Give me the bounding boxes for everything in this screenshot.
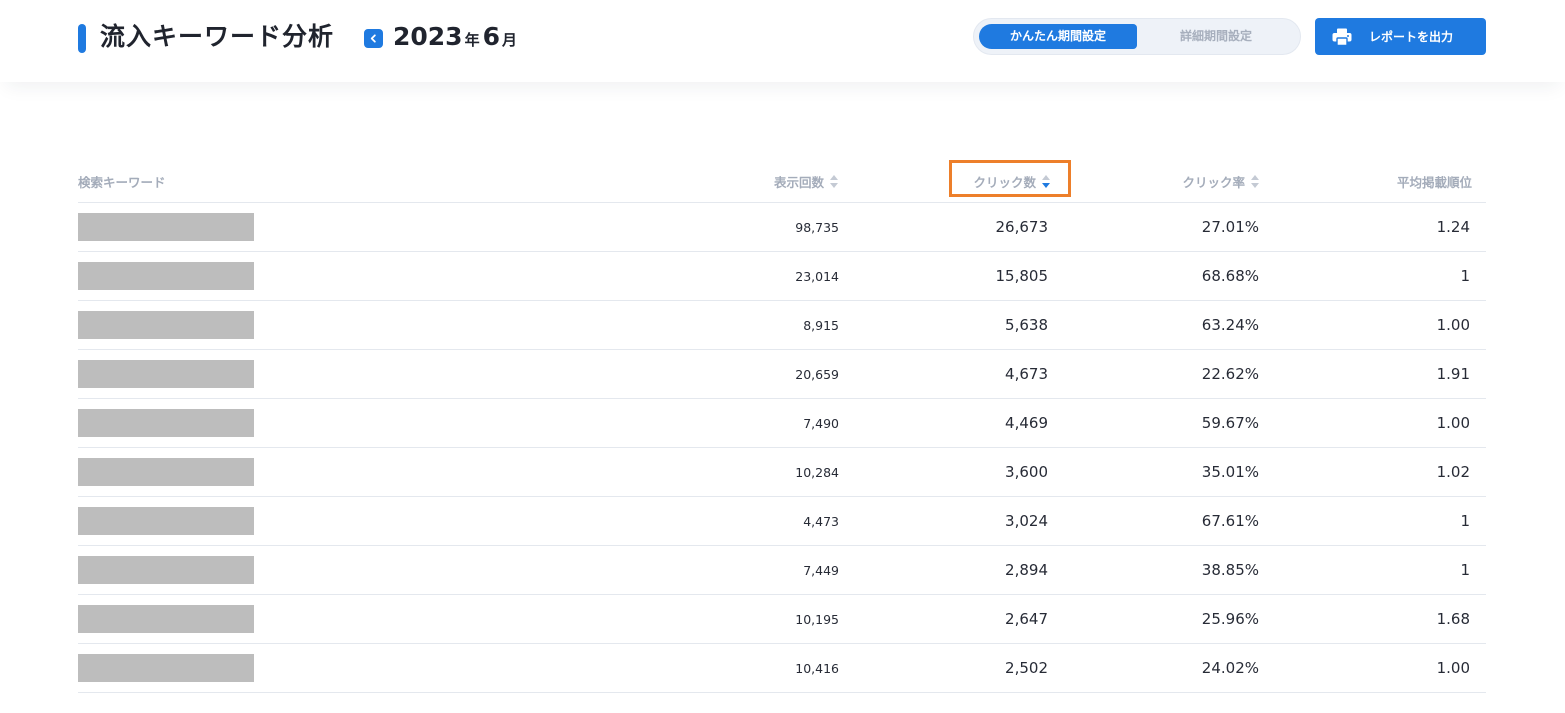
table-row[interactable]: 8,915 5,638 63.24% 1.00 (78, 301, 1486, 350)
ctr-cell: 22.62% (1201, 365, 1259, 383)
clicks-cell: 2,647 (1005, 610, 1048, 628)
impressions-cell: 20,659 (795, 367, 839, 382)
avg-position-cell: 1.02 (1436, 463, 1470, 481)
clicks-cell: 2,502 (1005, 659, 1048, 677)
ctr-cell: 35.01% (1201, 463, 1259, 481)
previous-month-button[interactable] (364, 29, 383, 48)
ctr-cell: 59.67% (1201, 414, 1259, 432)
redacted-keyword (78, 654, 254, 682)
column-header-impressions[interactable]: 表示回数 (774, 171, 839, 191)
redacted-keyword (78, 311, 254, 339)
period-month: 6 (482, 22, 501, 51)
period-year-unit: 年 (464, 31, 480, 49)
page-title: 流入キーワード分析 (100, 22, 335, 51)
detailed-period-tab[interactable]: 詳細期間設定 (1137, 24, 1295, 49)
ctr-cell: 68.68% (1201, 267, 1259, 285)
clicks-cell: 3,024 (1005, 512, 1048, 530)
export-report-button[interactable]: レポートを出力 (1315, 18, 1486, 55)
column-header-keyword-label: 検索キーワード (78, 174, 166, 190)
clicks-cell: 15,805 (995, 267, 1049, 285)
column-header-ctr-label: クリック率 (1182, 174, 1245, 190)
column-header-clicks[interactable]: クリック数 (973, 171, 1051, 191)
avg-position-cell: 1.24 (1436, 218, 1470, 236)
period-mode-toggle: かんたん期間設定 詳細期間設定 (973, 18, 1301, 55)
period-year: 2023 (393, 22, 463, 51)
redacted-keyword (78, 409, 254, 437)
impressions-cell: 4,473 (803, 514, 839, 529)
table-row[interactable]: 10,416 2,502 24.02% 1.00 (78, 644, 1486, 693)
table-body: 98,735 26,673 27.01% 1.24 23,014 15,805 … (78, 203, 1486, 693)
clicks-cell: 4,469 (1005, 414, 1048, 432)
redacted-keyword (78, 213, 254, 241)
table-row[interactable]: 20,659 4,673 22.62% 1.91 (78, 350, 1486, 399)
table-row[interactable]: 7,449 2,894 38.85% 1 (78, 546, 1486, 595)
impressions-cell: 10,195 (795, 612, 839, 627)
column-header-clicks-label: クリック数 (973, 174, 1036, 190)
clicks-cell: 26,673 (995, 218, 1049, 236)
avg-position-cell: 1.00 (1436, 414, 1470, 432)
table-row[interactable]: 4,473 3,024 67.61% 1 (78, 497, 1486, 546)
impressions-cell: 10,416 (795, 661, 839, 676)
avg-position-cell: 1.68 (1436, 610, 1470, 628)
column-header-ctr[interactable]: クリック率 (1182, 171, 1260, 191)
clicks-cell: 4,673 (1005, 365, 1048, 383)
chevron-left-icon (370, 34, 376, 43)
avg-position-cell: 1.00 (1436, 659, 1470, 677)
column-header-impressions-label: 表示回数 (773, 174, 824, 190)
avg-position-cell: 1.00 (1436, 316, 1470, 334)
ctr-cell: 67.61% (1201, 512, 1259, 530)
column-header-avg-position-label: 平均掲載順位 (1396, 174, 1472, 190)
ctr-cell: 25.96% (1201, 610, 1259, 628)
printer-icon (1332, 28, 1352, 46)
impressions-cell: 98,735 (795, 220, 839, 235)
sort-icon (1251, 174, 1259, 188)
export-report-label: レポートを出力 (1369, 30, 1454, 44)
ctr-cell: 38.85% (1201, 561, 1259, 579)
impressions-cell: 8,915 (803, 318, 839, 333)
table-row[interactable]: 23,014 15,805 68.68% 1 (78, 252, 1486, 301)
ctr-cell: 63.24% (1201, 316, 1259, 334)
table-row[interactable]: 10,284 3,600 35.01% 1.02 (78, 448, 1486, 497)
redacted-keyword (78, 605, 254, 633)
table-row[interactable]: 7,490 4,469 59.67% 1.00 (78, 399, 1486, 448)
redacted-keyword (78, 507, 254, 535)
clicks-cell: 3,600 (1005, 463, 1048, 481)
title-accent-bar (78, 24, 86, 53)
avg-position-cell: 1 (1460, 512, 1470, 530)
simple-period-tab[interactable]: かんたん期間設定 (979, 24, 1137, 49)
impressions-cell: 10,284 (795, 465, 839, 480)
impressions-cell: 7,449 (803, 563, 839, 578)
table-row[interactable]: 98,735 26,673 27.01% 1.24 (78, 203, 1486, 252)
period-month-unit: 月 (502, 31, 518, 49)
avg-position-cell: 1.91 (1436, 365, 1470, 383)
keyword-table: 検索キーワード 表示回数 クリック数 クリック率 平均掲載順位 98,735 2… (78, 155, 1486, 693)
ctr-cell: 27.01% (1201, 218, 1259, 236)
clicks-cell: 2,894 (1005, 561, 1048, 579)
clicks-cell: 5,638 (1005, 316, 1048, 334)
avg-position-cell: 1 (1460, 561, 1470, 579)
period-display: 2023 年 6 月 (393, 20, 520, 54)
redacted-keyword (78, 262, 254, 290)
column-header-avg-position: 平均掲載順位 (1397, 171, 1472, 191)
sort-descending-icon (1042, 174, 1050, 188)
table-header: 検索キーワード 表示回数 クリック数 クリック率 平均掲載順位 (78, 155, 1486, 203)
redacted-keyword (78, 360, 254, 388)
avg-position-cell: 1 (1460, 267, 1470, 285)
sort-icon (830, 174, 838, 188)
impressions-cell: 23,014 (795, 269, 839, 284)
column-header-keyword: 検索キーワード (78, 171, 166, 191)
table-row[interactable]: 10,195 2,647 25.96% 1.68 (78, 595, 1486, 644)
redacted-keyword (78, 556, 254, 584)
redacted-keyword (78, 458, 254, 486)
top-bar: 流入キーワード分析 2023 年 6 月 かんたん期間設定 詳細期間設定 レポー… (0, 0, 1565, 82)
ctr-cell: 24.02% (1201, 659, 1259, 677)
impressions-cell: 7,490 (803, 416, 839, 431)
